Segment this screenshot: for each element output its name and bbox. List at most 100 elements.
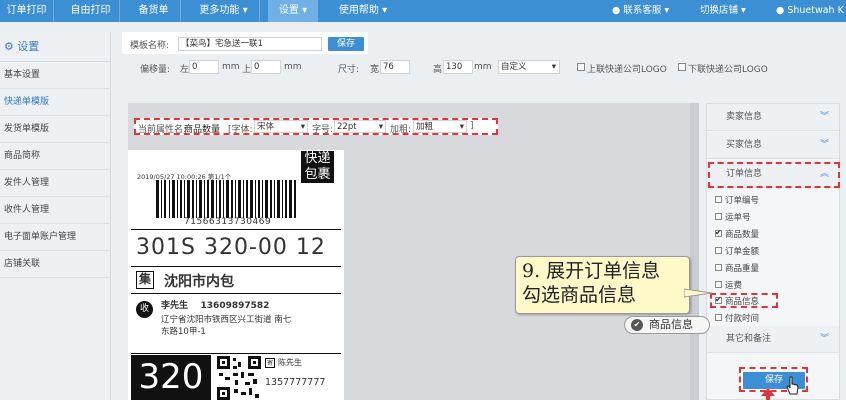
label-badge: 快递 包裹 (301, 151, 334, 183)
callout-pointer (684, 288, 713, 298)
logo-upper-label: 上联快递公司LOGO (587, 65, 667, 75)
size-width-label: 宽 (370, 65, 380, 75)
chevron-down-icon: ▾ (459, 122, 464, 132)
label-divider (131, 229, 341, 230)
section-seller-info[interactable]: 卖家信息 ︾ (707, 104, 839, 131)
logo-lower-checkbox[interactable] (678, 63, 686, 71)
chevron-down-icon: ▾ (242, 5, 248, 16)
field-product-weight[interactable]: 商品重量 (715, 263, 759, 276)
field-pay-time[interactable]: 付款时间 (715, 313, 759, 326)
receive-icon: 收 (136, 301, 153, 318)
fontsize-select[interactable]: 22pt ▾ (334, 120, 386, 133)
size-label: 尺寸: (338, 65, 360, 75)
field-product-qty[interactable]: 商品数量 (715, 227, 760, 242)
field-order-amount[interactable]: 订单金额 (715, 246, 759, 259)
product-info-pill: ✔ 商品信息 (624, 316, 710, 334)
checkbox[interactable] (715, 314, 722, 321)
nav-settings[interactable]: 设置 ▾ (268, 0, 318, 22)
sidebar-title: ⚙ 设置 (0, 32, 111, 62)
chevron-down-icon: ▾ (300, 122, 305, 132)
nav-stock-list[interactable]: 备货单 (127, 0, 181, 22)
sidebar-item-sender[interactable]: 发件人管理 (0, 170, 111, 197)
nav-switch-store[interactable]: 切换店铺 ▾ (700, 0, 746, 22)
chevron-down-icon: ▾ (382, 5, 388, 16)
field-freight[interactable]: 运费 (715, 280, 742, 293)
label-divider (131, 353, 341, 354)
prop-bar-end: ] (470, 121, 474, 131)
font-select[interactable]: 宋体 ▾ (254, 120, 308, 133)
field-order-no[interactable]: 订单编号 (715, 195, 759, 208)
nav-support[interactable]: ● 联系客服 ▾ (612, 0, 669, 22)
checkbox[interactable] (715, 264, 722, 271)
sidebar-item-recipient[interactable]: 收件人管理 (0, 197, 111, 224)
logo-upper-checkbox[interactable] (577, 63, 585, 71)
field-label: 商品数量 (725, 230, 760, 240)
field-label: 订单编号 (725, 196, 760, 206)
label-badge-line1: 快递 (304, 151, 331, 166)
distribution-center: 沈阳市内包 (164, 274, 234, 290)
sidebar-item-store-link[interactable]: 店铺关联 (0, 251, 111, 278)
template-save-button[interactable]: 保存 (328, 37, 364, 51)
nav-order-print[interactable]: 订单打印 (0, 0, 54, 22)
checkbox[interactable] (715, 213, 722, 220)
template-name-input[interactable]: 【菜鸟】宅急送一联1 (178, 37, 322, 51)
section-other-notes[interactable]: 其它和备注 ︾ (707, 326, 839, 353)
nav-more-functions[interactable]: 更多功能 ▾ (188, 0, 260, 22)
sender-name: 陈先生 (278, 358, 302, 367)
bold-select[interactable]: 加粗 ▾ (413, 120, 467, 133)
recipient-name-phone: 李先生 13609897582 (161, 301, 270, 311)
sidebar-item-eaccount[interactable]: 电子面单账户管理 (0, 224, 111, 251)
size-mode-select[interactable]: 自定义 ▾ (498, 60, 560, 74)
font-label: [字体: (228, 125, 253, 135)
chevron-down-icon: ▾ (664, 5, 670, 16)
shipping-label[interactable]: 2019/05/27 10:00:26 第1/1个 快递 包裹 71566313… (128, 150, 344, 400)
recipient-address-1: 辽宁省沈阳市铁西区兴工街道 南七 (161, 315, 292, 325)
barcode (156, 180, 296, 218)
nav-free-print[interactable]: 自由打印 (62, 0, 120, 22)
offset-up-input[interactable]: 0 (251, 60, 281, 74)
chevron-double-down-icon: ︾ (819, 140, 829, 150)
nav-switch-store-label: 切换店铺 (700, 5, 739, 16)
chevron-double-down-icon: ︾ (819, 334, 829, 344)
highlight-product-info (710, 293, 778, 308)
sidebar-item-express-template[interactable]: 快递单模版 (0, 89, 111, 116)
nav-more-label: 更多功能 (199, 5, 240, 16)
field-label: 订单金额 (725, 247, 760, 257)
section-other-label: 其它和备注 (726, 334, 772, 344)
checkbox[interactable] (715, 281, 722, 288)
size-height-input[interactable]: 130 (443, 60, 473, 74)
chevron-down-icon: ▾ (741, 5, 746, 16)
field-waybill-no[interactable]: 运单号 (715, 212, 751, 225)
sidebar: ⚙ 设置 基本设置 快递单模版 发货单模版 商品简称 发件人管理 收件人管理 电… (0, 32, 111, 400)
nav-user[interactable]: ● Shuetwah K (776, 0, 844, 22)
sidebar-item-product-abbr[interactable]: 商品简称 (0, 143, 111, 170)
highlight-order-info (708, 162, 840, 188)
current-prop-label: 当前属性名: (138, 125, 187, 135)
offset-unit-2: mm (284, 62, 302, 72)
size-width-input[interactable]: 76 (380, 60, 410, 74)
sender-phone: 1357777777 (265, 377, 326, 388)
field-label: 运费 (725, 281, 743, 291)
gear-icon: ⚙ (4, 40, 14, 53)
label-divider (131, 266, 341, 267)
checkbox-checked[interactable] (715, 227, 722, 239)
size-unit: mm (474, 62, 492, 72)
sidebar-item-basic[interactable]: 基本设置 (0, 62, 111, 89)
check-icon: ✔ (631, 319, 643, 331)
bold-select-value: 加粗 (416, 122, 434, 132)
checkbox[interactable] (715, 247, 722, 254)
nav-settings-label: 设置 (278, 5, 299, 16)
field-label: 付款时间 (725, 314, 760, 324)
sidebar-item-ship-template[interactable]: 发货单模版 (0, 116, 111, 143)
checkbox[interactable] (715, 196, 722, 203)
section-buyer-info[interactable]: 买家信息 ︾ (707, 132, 839, 159)
cursor-hand-icon (786, 376, 799, 395)
canvas-scrollbar[interactable] (690, 103, 699, 400)
nav-help[interactable]: 使用帮助 ▾ (326, 0, 400, 22)
sidebar-title-label: 设置 (17, 40, 40, 53)
offset-left-input[interactable]: 0 (189, 60, 219, 74)
sort-code: 301S 320-00 12 (136, 235, 326, 260)
logo-lower-label: 下联快递公司LOGO (688, 65, 768, 75)
nav-help-label: 使用帮助 (338, 5, 379, 16)
fontsize-select-value: 22pt (337, 122, 357, 132)
